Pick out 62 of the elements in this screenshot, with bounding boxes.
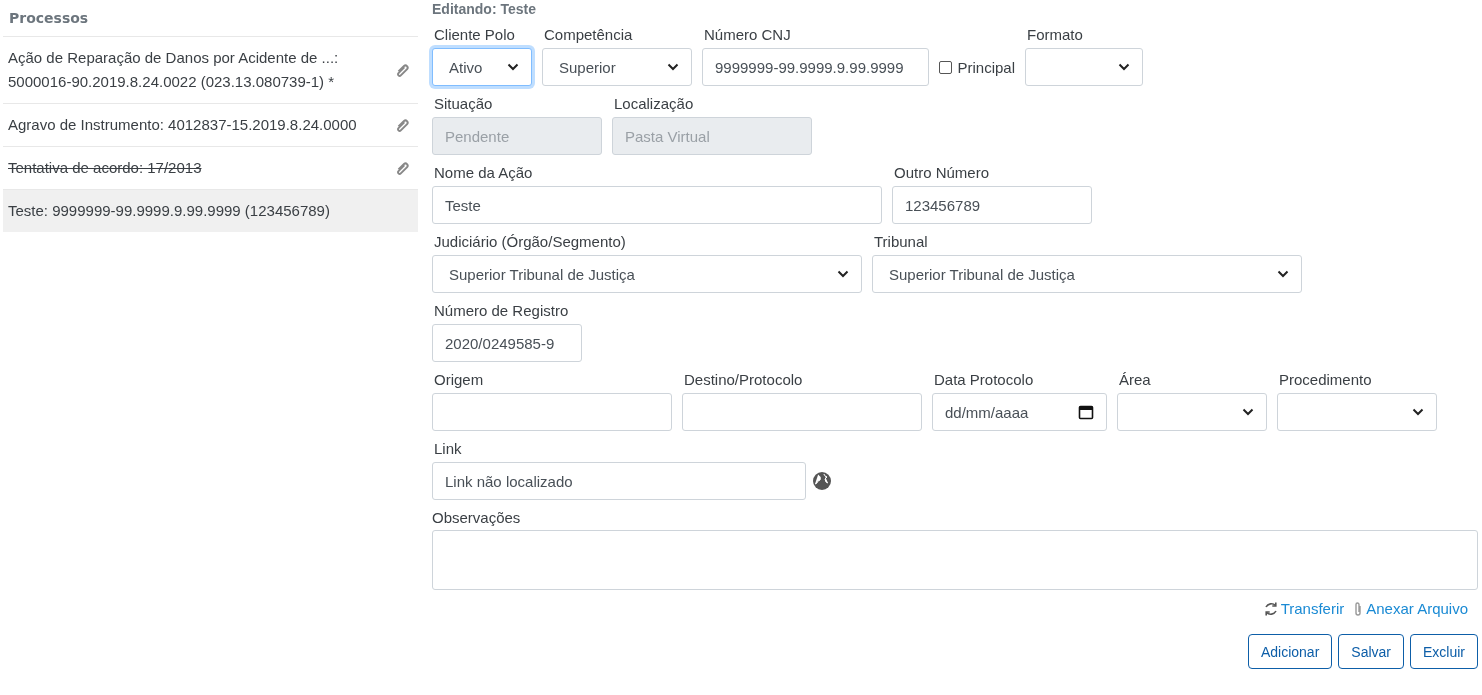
select-field[interactable]: Ativo <box>432 48 532 86</box>
field-label: Judiciário (Órgão/Segmento) <box>433 232 627 252</box>
checkbox-label: Principal <box>957 58 1015 76</box>
select-field[interactable]: Superior Tribunal de Justiça <box>872 255 1302 293</box>
field-label: Link <box>433 439 463 459</box>
input-field[interactable] <box>432 393 672 431</box>
field-label: Nome da Ação <box>433 163 534 183</box>
principal-checkbox[interactable] <box>939 60 953 74</box>
calendar-icon[interactable] <box>1078 404 1094 420</box>
select-field[interactable]: Superior <box>542 48 692 86</box>
select-field[interactable]: Superior Tribunal de Justiça <box>432 255 862 293</box>
globe-icon[interactable] <box>812 471 832 491</box>
field-label: Área <box>1118 370 1152 390</box>
process-title: Teste: 9999999-99.9999.9.99.9999 (123456789) <box>8 201 331 221</box>
input-field[interactable]: Teste <box>432 186 882 224</box>
date-field[interactable]: dd/mm/aaaa <box>932 393 1107 431</box>
select-field[interactable] <box>1277 393 1437 431</box>
process-item[interactable]: Agravo de Instrumento: 4012837-15.2019.8.24.0000 <box>3 104 418 147</box>
chevron-down-icon <box>667 63 679 71</box>
transfer-link[interactable]: Transferir <box>1262 600 1345 617</box>
action-button[interactable]: Adicionar <box>1247 634 1333 669</box>
select-field[interactable] <box>1025 48 1143 86</box>
chevron-down-icon <box>837 270 849 278</box>
field-label: Competência <box>543 25 634 45</box>
field-label: Tribunal <box>873 232 929 252</box>
chevron-down-icon <box>1277 270 1289 278</box>
process-item[interactable]: Ação de Reparação de Danos por Acidente de ...: 5000016-90.2019.8.24.0022 (023.13.080739-1) * <box>3 37 418 104</box>
attach-file-link[interactable]: Anexar Arquivo <box>1352 600 1468 617</box>
process-title: Agravo de Instrumento: 4012837-15.2019.8.24.0000 <box>8 115 358 135</box>
process-item[interactable]: Teste: 9999999-99.9999.9.99.9999 (123456789) <box>3 190 418 232</box>
paperclip-icon[interactable] <box>394 160 410 176</box>
input-field[interactable]: 2020/0249585-9 <box>432 324 582 362</box>
process-title: Tentativa de acordo: 17/2013 <box>8 158 203 178</box>
chevron-down-icon <box>1242 408 1254 416</box>
field-label: Número de Registro <box>433 301 570 321</box>
process-title: Ação de Reparação de Danos por Acidente de ...: 5000016-90.2019.8.24.0022 (023.13.080739-1) * <box>8 48 340 92</box>
field-label: Situação <box>433 94 494 114</box>
input-field[interactable] <box>682 393 922 431</box>
paperclip-icon[interactable] <box>394 62 410 78</box>
action-button[interactable]: Salvar <box>1338 634 1404 669</box>
form-heading: Editando: Teste <box>432 0 537 17</box>
field-label: Cliente Polo <box>433 25 516 45</box>
chevron-down-icon <box>1118 63 1130 71</box>
input-field[interactable]: 9999999-99.9999.9.99.9999 <box>702 48 930 86</box>
field-label: Número CNJ <box>703 25 792 45</box>
refresh-icon <box>1262 600 1279 617</box>
field-label: Data Protocolo <box>933 370 1035 390</box>
action-button[interactable]: Excluir <box>1410 634 1478 669</box>
sidebar-title: Processos <box>3 0 418 37</box>
input-field[interactable]: Link não localizado <box>432 462 806 500</box>
select-field[interactable] <box>1117 393 1267 431</box>
field-label: Destino/Protocolo <box>683 370 804 390</box>
input-field[interactable]: 123456789 <box>892 186 1092 224</box>
chevron-down-icon <box>507 63 519 71</box>
field-label: Origem <box>433 370 485 390</box>
paperclip-icon[interactable] <box>394 117 410 133</box>
field-label: Localização <box>613 94 695 114</box>
field-label: Observações <box>432 508 522 528</box>
field-label: Outro Número <box>893 163 991 183</box>
field-label: Procedimento <box>1278 370 1373 390</box>
field-label: Formato <box>1026 25 1084 45</box>
chevron-down-icon <box>1412 408 1424 416</box>
